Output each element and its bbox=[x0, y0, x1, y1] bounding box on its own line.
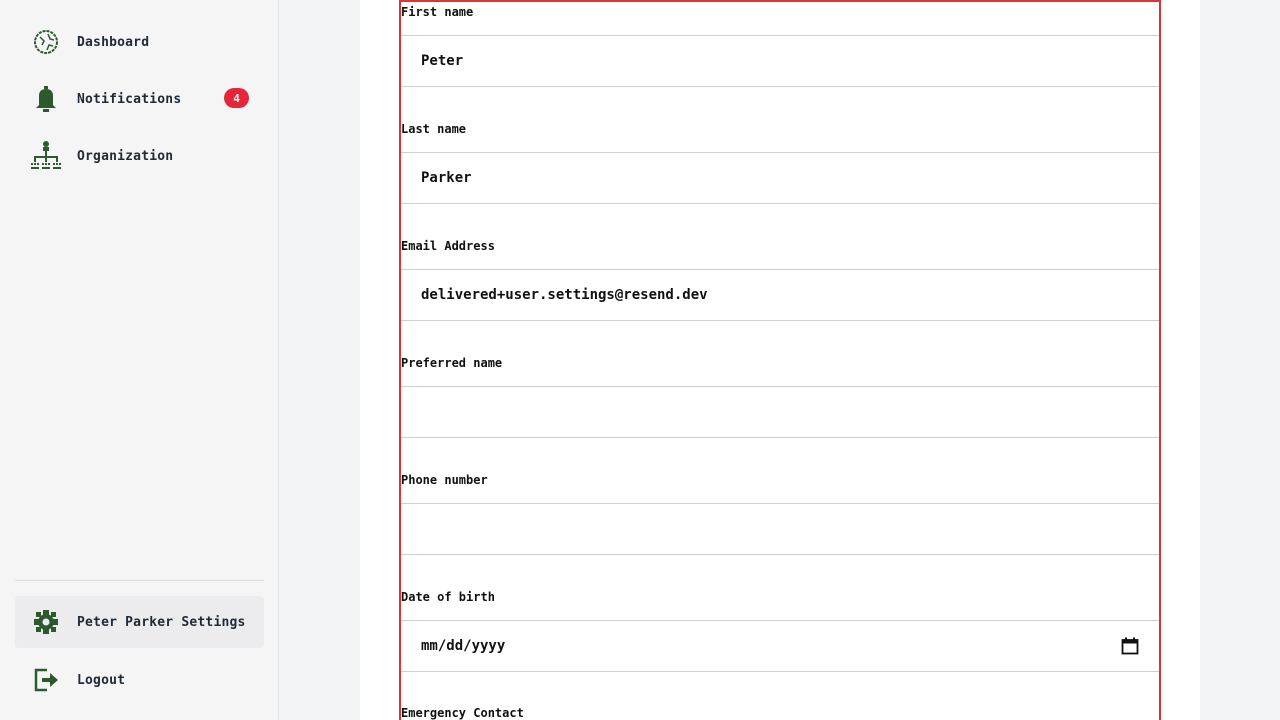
email-input[interactable]: delivered+user.settings@resend.dev bbox=[401, 269, 1159, 321]
org-chart-icon bbox=[30, 140, 62, 172]
email-label: Email Address bbox=[401, 239, 495, 253]
dob-placeholder: mm/dd/yyyy bbox=[421, 638, 506, 654]
first-name-label: First name bbox=[401, 5, 474, 19]
notification-badge: 4 bbox=[224, 88, 249, 108]
first-name-input[interactable]: Peter bbox=[401, 35, 1159, 87]
sidebar-item-notifications[interactable]: Notifications 4 bbox=[15, 73, 264, 125]
sidebar-divider bbox=[15, 580, 264, 581]
sidebar-item-label: Notifications bbox=[77, 91, 182, 107]
sidebar-item-settings[interactable]: Peter Parker Settings bbox=[15, 596, 264, 648]
sidebar-item-logout[interactable]: Logout bbox=[15, 654, 264, 706]
sidebar: Dashboard Notifications 4 Organization P… bbox=[0, 0, 279, 720]
dashboard-icon bbox=[30, 26, 62, 58]
sidebar-item-dashboard[interactable]: Dashboard bbox=[15, 16, 264, 68]
last-name-input[interactable]: Parker bbox=[401, 152, 1159, 204]
sidebar-item-label: Logout bbox=[77, 672, 126, 688]
user-settings-form: First name Peter Last name Parker Email … bbox=[399, 0, 1161, 720]
sidebar-item-label: Peter Parker Settings bbox=[77, 614, 246, 630]
emergency-contact-label: Emergency Contact bbox=[401, 706, 524, 720]
sidebar-item-organization[interactable]: Organization bbox=[15, 130, 264, 182]
sidebar-item-label: Organization bbox=[77, 148, 174, 164]
preferred-name-input[interactable] bbox=[401, 386, 1159, 438]
phone-label: Phone number bbox=[401, 473, 488, 487]
form-top-border bbox=[399, 0, 1161, 2]
preferred-name-label: Preferred name bbox=[401, 356, 503, 370]
last-name-label: Last name bbox=[401, 122, 467, 136]
phone-input[interactable] bbox=[401, 503, 1159, 555]
logout-icon bbox=[30, 664, 62, 696]
dob-input[interactable]: mm/dd/yyyy bbox=[401, 620, 1159, 672]
sidebar-item-label: Dashboard bbox=[77, 34, 150, 50]
calendar-icon[interactable] bbox=[1121, 637, 1139, 655]
dob-label: Date of birth bbox=[401, 590, 495, 604]
bell-icon bbox=[30, 83, 62, 115]
gear-icon bbox=[30, 606, 62, 638]
